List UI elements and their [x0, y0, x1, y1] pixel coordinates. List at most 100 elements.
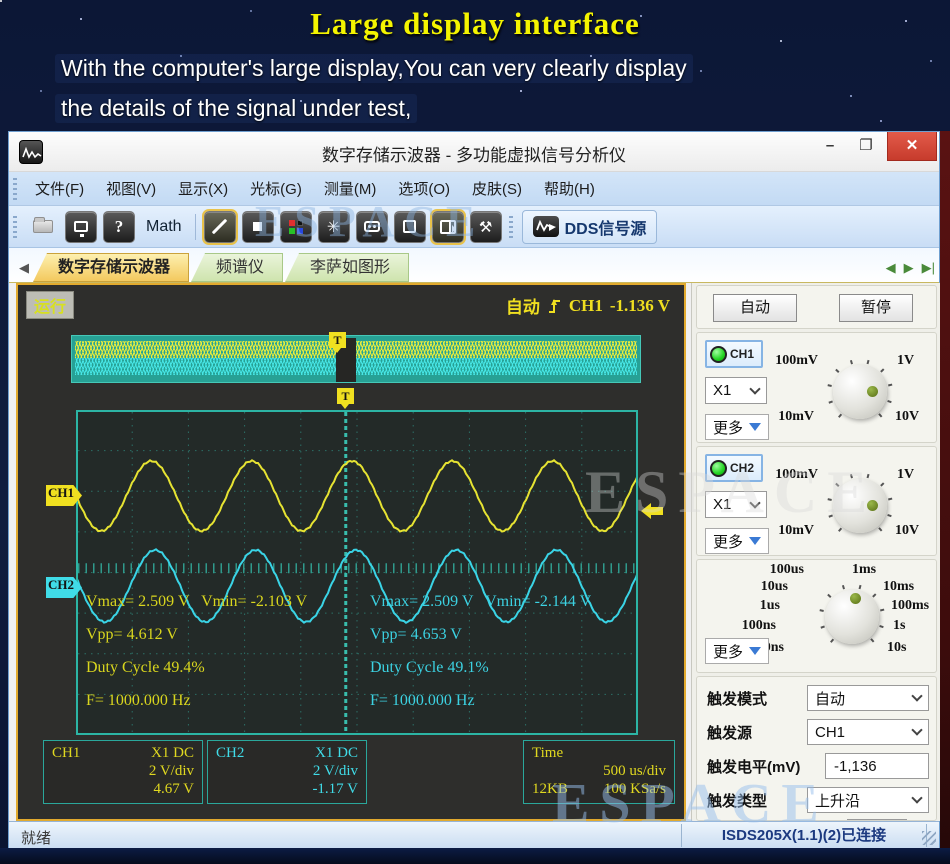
ch1-more-button[interactable]: 更多	[705, 414, 769, 440]
tab-spectrum-analyzer[interactable]: 频谱仪	[191, 253, 283, 282]
knob-indicator-dot	[850, 593, 861, 604]
tools-button[interactable]: ⚒	[470, 211, 502, 243]
tab-scroll-first-icon[interactable]: ◀	[15, 260, 33, 282]
knob-face[interactable]	[833, 365, 887, 419]
menu-display[interactable]: 显示(X)	[167, 174, 239, 203]
dds-source-label: DDS信号源	[565, 215, 647, 239]
trigger-source-value: CH1	[815, 724, 845, 741]
run-status-badge: 运行	[26, 291, 74, 319]
resize-grip-icon[interactable]	[922, 831, 936, 845]
photo-edge-right	[940, 131, 950, 864]
knob-indicator-dot	[867, 386, 878, 397]
tape-label-icon	[364, 221, 380, 232]
overview-trigger-marker[interactable]: T	[329, 332, 346, 348]
chevron-down-icon	[749, 383, 760, 394]
ch1-enable-button[interactable]: CH1	[705, 340, 763, 368]
ch1-volt-label-10mv: 10mV	[778, 409, 814, 425]
overview-strip[interactable]: T	[71, 335, 641, 383]
trigger-source-row: 触发源 CH1	[697, 717, 936, 745]
ch2-volts-knob[interactable]	[827, 473, 893, 539]
timebase-knob[interactable]	[819, 584, 885, 650]
trigger-mode-label: 触发模式	[707, 688, 767, 709]
menu-measure[interactable]: 测量(M)	[313, 174, 388, 203]
ch2-vmax-vmin: Vmax= 2.509 V Vmin= -2.144 V	[370, 593, 650, 626]
trigger-level-marker[interactable]	[640, 500, 664, 522]
ch1-freq: F= 1000.000 Hz	[86, 692, 366, 725]
menu-skin[interactable]: 皮肤(S)	[461, 174, 533, 203]
menu-options[interactable]: 选项(O)	[387, 174, 461, 203]
trigger-type-row: 触发类型 上升沿	[697, 785, 936, 813]
ch2-probe-select[interactable]: X1	[705, 491, 767, 518]
time-info-depth: 12KB	[532, 781, 568, 799]
menubar: 文件(F) 视图(V) 显示(X) 光标(G) 测量(M) 选项(O) 皮肤(S…	[9, 172, 939, 206]
tab-oscilloscope[interactable]: 数字存储示波器	[33, 253, 189, 282]
auto-center-button[interactable]: ✳	[318, 211, 350, 243]
menu-view[interactable]: 视图(V)	[95, 174, 167, 203]
snowflake-icon: ✳	[327, 217, 340, 237]
menu-cursor[interactable]: 光标(G)	[239, 174, 313, 203]
color-palette-icon	[289, 220, 303, 234]
banner-title: Large display interface	[0, 6, 950, 42]
pause-button[interactable]: 暂停	[839, 294, 913, 322]
tab-last-icon[interactable]: ▶|	[918, 260, 939, 282]
trigger-mode-row: 触发模式 自动	[697, 683, 936, 711]
ch1-info-vdiv: 2 V/div	[149, 763, 194, 781]
knob-face[interactable]	[833, 479, 887, 533]
trigger-mode-select[interactable]: 自动	[807, 685, 929, 711]
ch1-duty: Duty Cycle 49.4%	[86, 659, 366, 692]
toolbar-grip-2[interactable]	[509, 216, 513, 238]
menubar-grip[interactable]	[13, 178, 17, 200]
knob-indicator-dot	[867, 500, 878, 511]
dds-waveform-icon	[533, 216, 559, 237]
label-button[interactable]	[356, 211, 388, 243]
line-style-button[interactable]	[204, 211, 236, 243]
ch2-enable-button[interactable]: CH2	[705, 454, 763, 482]
time-info-box: Time 500 us/div 12KB100 KSa/s	[523, 740, 675, 804]
trigger-level-input[interactable]	[825, 753, 929, 779]
dds-source-button[interactable]: DDS信号源	[522, 210, 658, 244]
plot-trigger-position-marker[interactable]: T	[337, 388, 354, 404]
tab-next-icon[interactable]: ▶	[900, 260, 918, 282]
snapshot-icon	[74, 221, 88, 232]
ch2-volt-label-10v: 10V	[895, 523, 919, 539]
ch1-vpp: Vpp= 4.612 V	[86, 626, 366, 659]
ch1-volts-knob[interactable]	[827, 359, 893, 425]
snapshot-button[interactable]	[65, 211, 97, 243]
close-button[interactable]: ✕	[887, 132, 937, 161]
math-button[interactable]: Math	[138, 214, 190, 240]
folder-icon	[33, 220, 53, 233]
tab-lissajous[interactable]: 李萨如图形	[285, 253, 409, 282]
run-control-group: 自动 暂停	[696, 285, 937, 329]
diagonal-line-icon	[212, 219, 228, 235]
trigger-mode-value: 自动	[815, 688, 845, 709]
color-palette-button[interactable]	[280, 211, 312, 243]
ch1-enable-label: CH1	[730, 347, 754, 361]
timebase-more-button[interactable]: 更多	[705, 638, 769, 664]
statusbar: 就绪 ISDS205X(1.1)(2)已连接	[9, 821, 939, 849]
trigger-source-select[interactable]: CH1	[807, 719, 929, 745]
tab-prev-icon[interactable]: ◀	[882, 260, 900, 282]
triangle-down-icon	[749, 537, 761, 551]
auto-button[interactable]: 自动	[713, 294, 797, 322]
help-button[interactable]: ?	[103, 211, 135, 243]
window-mode-button[interactable]	[394, 211, 426, 243]
menu-file[interactable]: 文件(F)	[24, 174, 95, 203]
overview-ch2-band	[75, 358, 637, 375]
minimize-button[interactable]: –	[813, 132, 847, 161]
ch2-vmin: Vmin= -2.144 V	[485, 593, 591, 610]
control-panel: 自动 暂停 CH1 X1 更多	[691, 283, 941, 821]
square-dot-icon	[253, 222, 262, 231]
ch2-more-button[interactable]: 更多	[705, 528, 769, 554]
maximize-button[interactable]: ❐	[849, 132, 883, 161]
split-view-button[interactable]	[432, 211, 464, 243]
ch2-measurements: Vmax= 2.509 V Vmin= -2.144 V Vpp= 4.653 …	[370, 593, 650, 725]
trigger-type-select[interactable]: 上升沿	[807, 787, 929, 813]
ch1-info-box: CH1X1 DC 2 V/div 4.67 V	[43, 740, 203, 804]
open-file-button[interactable]	[27, 211, 59, 243]
ch1-probe-select[interactable]: X1	[705, 377, 767, 404]
menu-help[interactable]: 帮助(H)	[533, 174, 606, 203]
point-size-button[interactable]	[242, 211, 274, 243]
chevron-down-icon	[911, 690, 922, 701]
ch2-probe-value: X1	[713, 496, 731, 513]
toolbar-grip[interactable]	[13, 216, 17, 238]
